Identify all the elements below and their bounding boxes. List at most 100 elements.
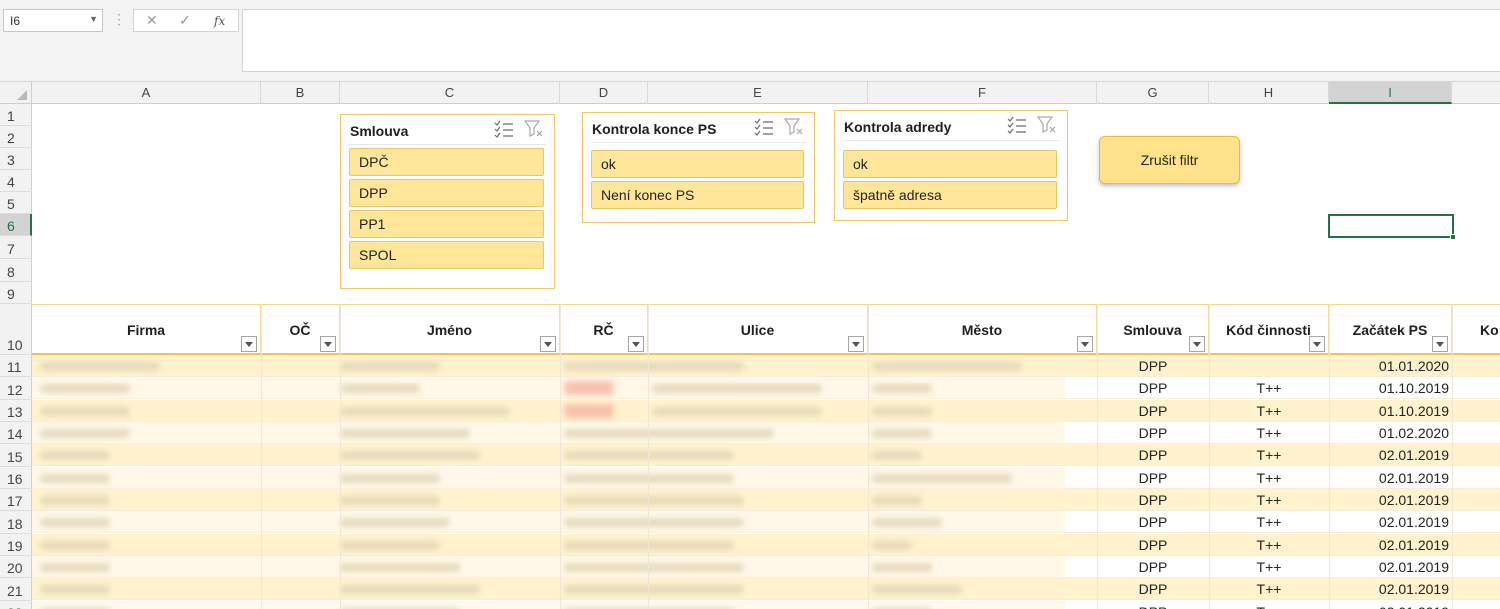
- row-header[interactable]: 5: [0, 192, 32, 214]
- filter-dropdown-icon[interactable]: [1432, 336, 1448, 352]
- table-row[interactable]: DPP T++ 02.01.2019: [32, 511, 1500, 533]
- cell-smlouva[interactable]: DPP: [1097, 511, 1209, 533]
- row-header[interactable]: 17: [0, 489, 32, 511]
- row-header[interactable]: 3: [0, 148, 32, 170]
- row-header[interactable]: 8: [0, 259, 32, 282]
- slicer-item[interactable]: špatně adresa: [843, 181, 1057, 209]
- row-header[interactable]: 10: [0, 304, 32, 355]
- name-box[interactable]: I6 ▼: [3, 9, 103, 32]
- row-header[interactable]: 14: [0, 422, 32, 444]
- enter-icon[interactable]: ✓: [179, 12, 191, 29]
- table-row[interactable]: DPP T++ 02.01.2019: [32, 444, 1500, 466]
- cell-zacatek-ps[interactable]: 02.01.2019: [1329, 511, 1452, 533]
- clear-filter-button[interactable]: Zrušit filtr: [1099, 136, 1240, 184]
- multi-select-icon[interactable]: [1007, 116, 1027, 134]
- cell-zacatek-ps[interactable]: 02.01.2019: [1329, 444, 1452, 466]
- filter-dropdown-icon[interactable]: [241, 336, 257, 352]
- row-header[interactable]: 19: [0, 534, 32, 556]
- row-header[interactable]: 20: [0, 556, 32, 578]
- filter-dropdown-icon[interactable]: [848, 336, 864, 352]
- cell-smlouva[interactable]: DPP: [1097, 556, 1209, 578]
- table-row[interactable]: DPP T++ 02.01.2019: [32, 489, 1500, 511]
- formula-input[interactable]: [242, 9, 1500, 72]
- cell-kod-cinnosti[interactable]: [1209, 355, 1329, 377]
- row-header[interactable]: 4: [0, 170, 32, 192]
- row-header[interactable]: 7: [0, 236, 32, 259]
- table-row[interactable]: DPP T++ 01.10.2019: [32, 400, 1500, 422]
- table-row[interactable]: DPP 01.01.2020: [32, 355, 1500, 377]
- cell-kod-cinnosti[interactable]: T++: [1209, 534, 1329, 556]
- cell-zacatek-ps[interactable]: 01.10.2019: [1329, 400, 1452, 422]
- column-header-i[interactable]: I: [1329, 82, 1452, 104]
- cell-kod-cinnosti[interactable]: T++: [1209, 489, 1329, 511]
- slicer-item[interactable]: DPP: [349, 179, 544, 207]
- cell-zacatek-ps[interactable]: 02.01.2019: [1329, 534, 1452, 556]
- table-row[interactable]: DPP T++ 02.01.2019: [32, 467, 1500, 489]
- selected-cell[interactable]: [1328, 214, 1456, 240]
- column-header-e[interactable]: E: [648, 82, 868, 104]
- cell-kod-cinnosti[interactable]: T++: [1209, 601, 1329, 609]
- row-header[interactable]: 9: [0, 282, 32, 304]
- cell-kod-cinnosti[interactable]: T++: [1209, 578, 1329, 600]
- column-header-h[interactable]: H: [1209, 82, 1329, 104]
- cell-kod-cinnosti[interactable]: T++: [1209, 444, 1329, 466]
- cell-smlouva[interactable]: DPP: [1097, 422, 1209, 444]
- cell-zacatek-ps[interactable]: 01.02.2020: [1329, 422, 1452, 444]
- chevron-down-icon[interactable]: ▼: [89, 14, 98, 24]
- row-header[interactable]: 12: [0, 377, 32, 400]
- cell-zacatek-ps[interactable]: 02.01.2019: [1329, 556, 1452, 578]
- cell-smlouva[interactable]: DPP: [1097, 601, 1209, 609]
- table-row[interactable]: DPP T++ 02.01.2019: [32, 601, 1500, 609]
- row-header[interactable]: 11: [0, 355, 32, 377]
- filter-dropdown-icon[interactable]: [1189, 336, 1205, 352]
- table-row[interactable]: DPP T++ 02.01.2019: [32, 578, 1500, 600]
- filter-dropdown-icon[interactable]: [1309, 336, 1325, 352]
- cell-zacatek-ps[interactable]: 01.10.2019: [1329, 377, 1452, 399]
- column-header-f[interactable]: F: [868, 82, 1097, 104]
- cell-smlouva[interactable]: DPP: [1097, 578, 1209, 600]
- slicer-item[interactable]: SPOL: [349, 241, 544, 269]
- clear-filter-icon[interactable]: [784, 118, 804, 136]
- slicer-item[interactable]: ok: [591, 150, 804, 178]
- filter-dropdown-icon[interactable]: [540, 336, 556, 352]
- cell-zacatek-ps[interactable]: 02.01.2019: [1329, 467, 1452, 489]
- row-header[interactable]: 18: [0, 511, 32, 534]
- worksheet-grid[interactable]: Smlouva DPČ DPP PP1 SPOL Kontrola konce …: [32, 104, 1500, 609]
- row-header[interactable]: 2: [0, 126, 32, 148]
- cancel-icon[interactable]: ✕: [146, 12, 158, 29]
- column-header-c[interactable]: C: [340, 82, 560, 104]
- clear-filter-icon[interactable]: [1037, 116, 1057, 134]
- cell-smlouva[interactable]: DPP: [1097, 400, 1209, 422]
- slicer-item[interactable]: ok: [843, 150, 1057, 178]
- multi-select-icon[interactable]: [494, 120, 514, 138]
- fill-handle[interactable]: [1450, 234, 1456, 240]
- slicer-item[interactable]: Není konec PS: [591, 181, 804, 209]
- cell-zacatek-ps[interactable]: 01.01.2020: [1329, 355, 1452, 377]
- row-header[interactable]: 16: [0, 467, 32, 489]
- insert-function-icon[interactable]: fx: [214, 14, 225, 28]
- cell-kod-cinnosti[interactable]: T++: [1209, 400, 1329, 422]
- cell-smlouva[interactable]: DPP: [1097, 444, 1209, 466]
- slicer-item[interactable]: DPČ: [349, 148, 544, 176]
- filter-dropdown-icon[interactable]: [1077, 336, 1093, 352]
- cell-zacatek-ps[interactable]: 02.01.2019: [1329, 489, 1452, 511]
- row-header-active[interactable]: 6: [0, 214, 32, 236]
- cell-zacatek-ps[interactable]: 02.01.2019: [1329, 578, 1452, 600]
- column-header-a[interactable]: A: [32, 82, 261, 104]
- cell-smlouva[interactable]: DPP: [1097, 355, 1209, 377]
- cell-kod-cinnosti[interactable]: T++: [1209, 377, 1329, 399]
- cell-kod-cinnosti[interactable]: T++: [1209, 467, 1329, 489]
- table-row[interactable]: DPP T++ 02.01.2019: [32, 556, 1500, 578]
- column-header-g[interactable]: G: [1097, 82, 1209, 104]
- table-row[interactable]: DPP T++ 01.02.2020: [32, 422, 1500, 444]
- cell-smlouva[interactable]: DPP: [1097, 489, 1209, 511]
- cell-kod-cinnosti[interactable]: T++: [1209, 556, 1329, 578]
- row-header[interactable]: 1: [0, 104, 32, 126]
- column-header-d[interactable]: D: [560, 82, 648, 104]
- row-header[interactable]: 13: [0, 400, 32, 422]
- table-row[interactable]: DPP T++ 01.10.2019: [32, 377, 1500, 399]
- cell-smlouva[interactable]: DPP: [1097, 534, 1209, 556]
- cell-kod-cinnosti[interactable]: T++: [1209, 511, 1329, 533]
- column-header-b[interactable]: B: [261, 82, 340, 104]
- cell-kod-cinnosti[interactable]: T++: [1209, 422, 1329, 444]
